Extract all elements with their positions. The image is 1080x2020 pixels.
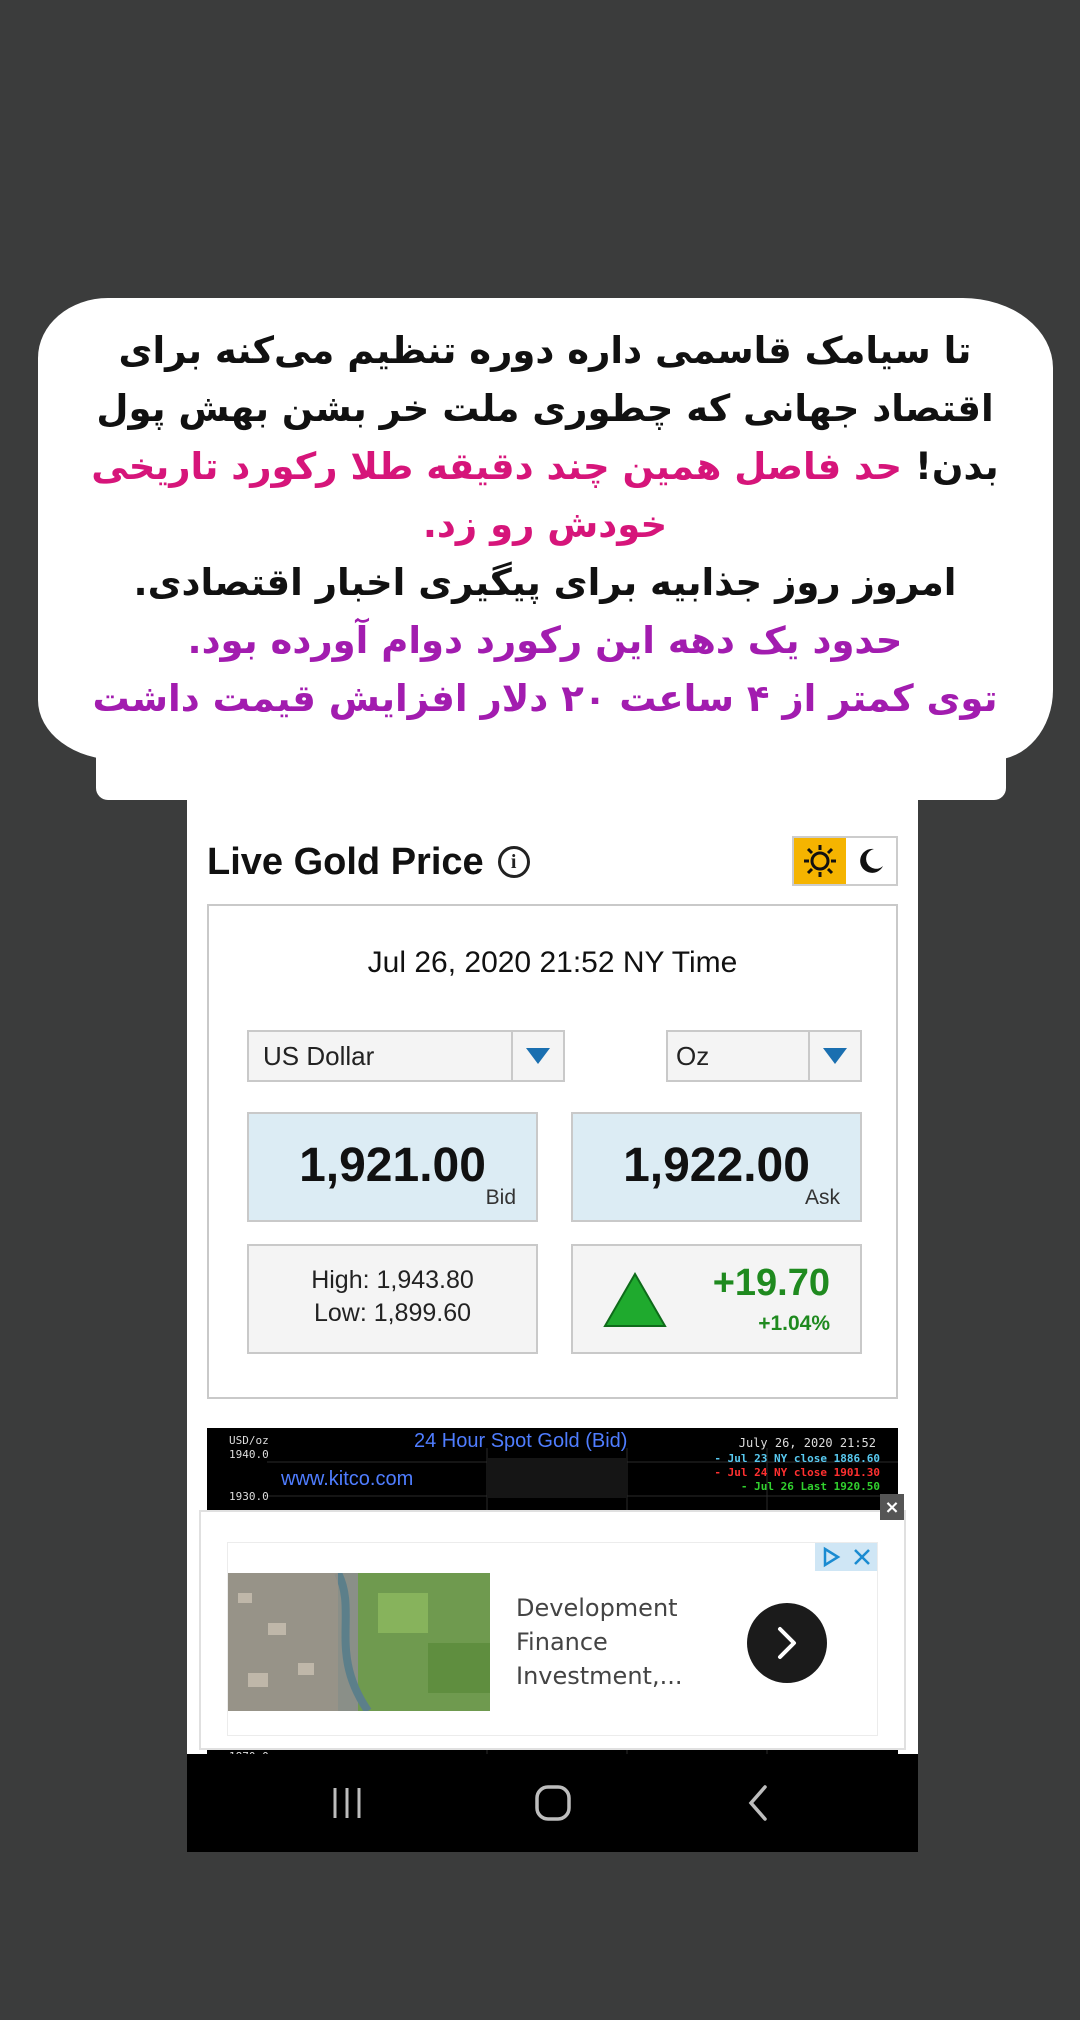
caption-line-6: حدود یک دهه این رکورد دوام آورده بود. bbox=[187, 619, 903, 662]
page-title: Live Gold Price bbox=[207, 840, 484, 883]
chart-legend-1: - Jul 23 NY close 1886.60 bbox=[714, 1452, 880, 1465]
ask-box: 1,922.00 Ask bbox=[571, 1112, 862, 1222]
up-arrow-icon bbox=[603, 1272, 667, 1327]
caption-line-4: خودش رو زد. bbox=[422, 503, 668, 546]
sun-icon[interactable] bbox=[794, 838, 846, 884]
unit-select[interactable]: Oz bbox=[666, 1030, 862, 1082]
chevron-down-icon[interactable] bbox=[511, 1032, 563, 1080]
currency-select-value: US Dollar bbox=[263, 1040, 375, 1071]
caption-line-3: بدن! حد فاصل همین چند دقیقه طلا رکورد تا… bbox=[91, 445, 999, 488]
unit-select-value: Oz bbox=[676, 1040, 710, 1071]
price-card: Jul 26, 2020 21:52 NY Time US Dollar Oz … bbox=[207, 904, 898, 1399]
chevron-right-icon[interactable] bbox=[747, 1603, 827, 1683]
ad-badge[interactable] bbox=[815, 1543, 877, 1571]
close-icon[interactable]: × bbox=[880, 1494, 904, 1520]
ad-image-aerial-city[interactable] bbox=[228, 1573, 490, 1711]
bid-box: 1,921.00 Bid bbox=[247, 1112, 538, 1222]
chart-legend-2: - Jul 24 NY close 1901.30 bbox=[714, 1466, 880, 1479]
caption-line-5: امروز روز جذابیه برای پیگیری اخبار اقتصا… bbox=[133, 561, 957, 604]
chart-unit: USD/oz bbox=[229, 1434, 269, 1447]
caption-line-7: توی کمتر از ۴ ساعت ۲۰ دلار افزایش قیمت د… bbox=[92, 677, 998, 720]
price-datetime: Jul 26, 2020 21:52 NY Time bbox=[367, 946, 738, 979]
currency-select[interactable]: US Dollar bbox=[247, 1030, 565, 1082]
android-navbar bbox=[187, 1754, 918, 1852]
moon-icon[interactable] bbox=[846, 838, 896, 884]
ask-label: Ask bbox=[804, 1186, 840, 1209]
chart-y-tick-top: 1940.0 bbox=[229, 1448, 269, 1461]
gold-price-screen: Live Gold Price i Jul 26, 2020 21:52 NY … bbox=[187, 800, 918, 1852]
price-change-percent: +1.04% bbox=[758, 1312, 830, 1335]
caption-text: تا سیامک قاسمی داره دوره تنظیم می‌کنه بر… bbox=[70, 322, 1020, 728]
ad-banner[interactable]: × Development Finance Investment,... bbox=[199, 1494, 906, 1750]
high-low-box: High: 1,943.80 Low: 1,899.60 bbox=[247, 1244, 538, 1354]
home-icon[interactable] bbox=[493, 1754, 613, 1852]
chevron-down-icon[interactable] bbox=[808, 1032, 860, 1080]
bid-label: Bid bbox=[485, 1186, 516, 1209]
theme-toggle[interactable] bbox=[792, 836, 898, 886]
chart-y-tick-second: 1930.0 bbox=[229, 1490, 269, 1503]
ask-price: 1,922.00 bbox=[623, 1139, 810, 1192]
adchoices-icon[interactable] bbox=[820, 1546, 842, 1568]
ad-close-x-icon[interactable] bbox=[852, 1547, 872, 1567]
chart-timestamp: July 26, 2020 21:52 bbox=[738, 1436, 876, 1450]
ad-text[interactable]: Development Finance Investment,... bbox=[516, 1591, 696, 1693]
chart-title: 24 Hour Spot Gold (Bid) bbox=[414, 1430, 628, 1452]
caption-line-2: اقتصاد جهانی که چطوری ملت خر بشن بهش پول bbox=[96, 387, 994, 430]
caption-line-1: تا سیامک قاسمی داره دوره تنظیم می‌کنه بر… bbox=[118, 329, 972, 372]
bid-price: 1,921.00 bbox=[299, 1139, 486, 1192]
recents-icon[interactable] bbox=[287, 1754, 407, 1852]
chart-site: www.kitco.com bbox=[281, 1468, 414, 1490]
price-change: +19.70 bbox=[712, 1262, 830, 1304]
chart-legend-3: - Jul 26 Last 1920.50 bbox=[740, 1480, 880, 1493]
ad-content[interactable]: Development Finance Investment,... bbox=[227, 1542, 878, 1736]
change-box: +19.70 +1.04% bbox=[571, 1244, 862, 1354]
high-value: High: 1,943.80 bbox=[311, 1266, 474, 1294]
back-icon[interactable] bbox=[698, 1754, 818, 1852]
info-icon[interactable]: i bbox=[497, 846, 530, 878]
low-value: Low: 1,899.60 bbox=[313, 1299, 472, 1327]
